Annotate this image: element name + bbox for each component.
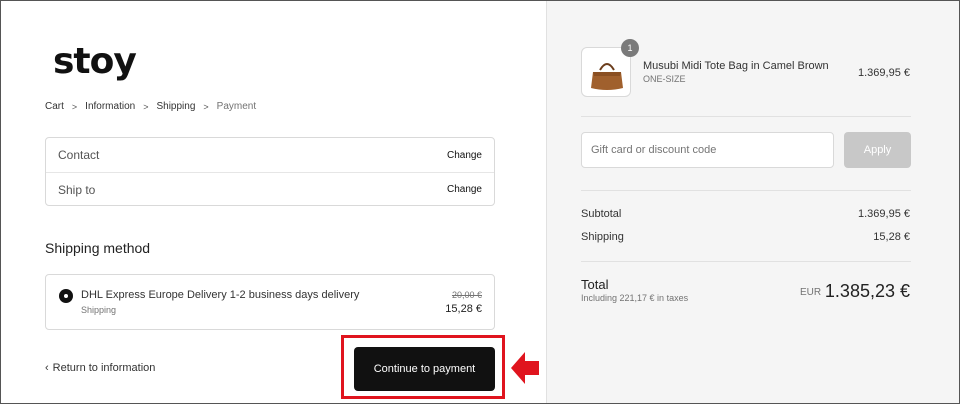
currency-code: EUR xyxy=(800,287,822,298)
checkout-main: stoy Cart > Information > Shipping > Pay… xyxy=(1,1,546,403)
shipping-radio[interactable] xyxy=(59,289,73,303)
change-contact-link[interactable]: Change xyxy=(447,150,482,161)
total-label: Total xyxy=(581,277,609,292)
shipping-original-price: 20,00 € xyxy=(451,290,482,300)
contact-row: Contact Change xyxy=(46,138,494,172)
total-value: 1.385,23 € xyxy=(824,281,910,301)
return-to-information-link[interactable]: ‹ Return to information xyxy=(45,362,155,374)
arrow-left-icon xyxy=(511,352,539,384)
breadcrumb-cart[interactable]: Cart xyxy=(45,101,64,112)
product-variant: ONE-SIZE xyxy=(643,74,686,84)
divider xyxy=(581,190,911,191)
shipping-method-heading: Shipping method xyxy=(45,240,151,256)
item-count-badge: 1 xyxy=(621,39,639,57)
product-price: 1.369,95 € xyxy=(858,67,910,79)
shipping-option-sub: Shipping xyxy=(81,305,117,315)
chevron-left-icon: ‹ xyxy=(45,362,49,374)
shipping-option[interactable]: DHL Express Europe Delivery 1-2 business… xyxy=(45,274,495,330)
breadcrumb-shipping[interactable]: Shipping xyxy=(156,101,195,112)
breadcrumb-payment: Payment xyxy=(216,101,257,112)
ship-to-label: Ship to xyxy=(58,182,96,197)
chevron-right-icon: > xyxy=(143,101,149,112)
subtotal-value: 1.369,95 € xyxy=(858,208,910,220)
chevron-right-icon: > xyxy=(203,101,209,112)
breadcrumb-information[interactable]: Information xyxy=(85,101,135,112)
change-ship-to-link[interactable]: Change xyxy=(447,184,482,195)
order-summary: 1 Musubi Midi Tote Bag in Camel Brown ON… xyxy=(546,1,959,403)
breadcrumb: Cart > Information > Shipping > Payment xyxy=(45,101,256,112)
divider xyxy=(581,261,911,262)
divider xyxy=(581,116,911,117)
shipping-summary-value: 15,28 € xyxy=(873,231,910,243)
ship-to-row: Ship to Change xyxy=(46,172,494,206)
shipping-summary-label: Shipping xyxy=(581,231,624,243)
continue-to-payment-button[interactable]: Continue to payment xyxy=(354,347,495,391)
store-logo[interactable]: stoy xyxy=(53,41,137,82)
shipping-price: 15,28 € xyxy=(445,303,482,315)
review-block: Contact Change Ship to Change xyxy=(45,137,495,206)
shipping-option-name: DHL Express Europe Delivery 1-2 business… xyxy=(81,289,360,301)
chevron-right-icon: > xyxy=(71,101,78,112)
return-label: Return to information xyxy=(52,362,156,374)
apply-discount-button[interactable]: Apply xyxy=(844,132,911,168)
subtotal-label: Subtotal xyxy=(581,208,622,220)
discount-code-input[interactable] xyxy=(581,132,834,168)
contact-label: Contact xyxy=(58,148,100,162)
product-name: Musubi Midi Tote Bag in Camel Brown xyxy=(643,60,829,72)
tax-note: Including 221,17 € in taxes xyxy=(581,293,689,303)
